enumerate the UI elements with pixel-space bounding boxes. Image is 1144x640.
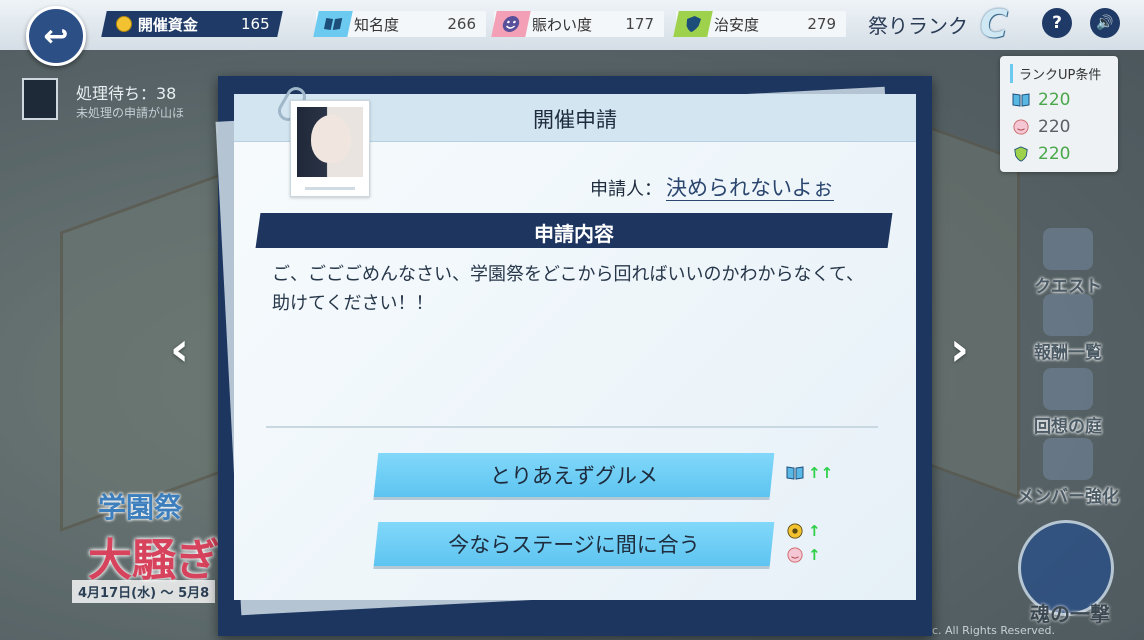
smile-icon — [787, 547, 803, 563]
rankup-conditions-panel: ランクUP条件 220 220 220 — [1000, 56, 1118, 172]
rankup-safety-row: 220 — [1012, 144, 1070, 164]
rankup-header: ランクUP条件 — [1010, 64, 1101, 83]
banner-line2: 大騒ぎ — [88, 535, 220, 586]
sound-button[interactable]: 🔊 — [1090, 8, 1120, 38]
applicant-portrait — [290, 100, 370, 197]
pending-title: 処理待ち：38 — [76, 84, 177, 103]
rankup-lively-row: 220 — [1012, 117, 1070, 137]
choice-1-button[interactable]: とりあえずグルメ — [376, 453, 772, 497]
character-face — [297, 107, 363, 177]
rewards-menu-button[interactable]: 報酬一覧 — [1008, 294, 1128, 363]
rankup-lively-value: 220 — [1038, 117, 1071, 137]
coin-icon — [787, 523, 803, 539]
gift-icon — [1043, 294, 1093, 336]
applicant-label: 申請人： — [590, 179, 662, 200]
rankup-safety-value: 220 — [1038, 144, 1071, 164]
choice-2-effect-b: ↑ — [786, 546, 821, 564]
choice-2-effect-b-arrow: ↑ — [808, 546, 821, 564]
book-icon — [786, 466, 804, 480]
funds-label: 開催資金 — [138, 15, 199, 34]
soul-strike-label: 魂の一撃 — [1030, 602, 1110, 626]
applicant-name: 決められないよぉ — [666, 176, 834, 201]
divider — [266, 426, 878, 428]
festival-rank-label: 祭りランク — [868, 14, 968, 38]
portrait-caption-line — [305, 187, 355, 190]
fame-value: 266 — [447, 15, 476, 33]
upgrade-icon — [1043, 438, 1093, 480]
picture-icon — [1043, 368, 1093, 410]
fame-stat: 知名度 266 — [313, 11, 486, 37]
quest-icon — [1043, 228, 1093, 270]
prev-arrow-icon[interactable]: ‹ — [170, 322, 189, 376]
choice-2-label: 今ならステージに間に合う — [448, 533, 700, 557]
quest-menu-button[interactable]: クエスト — [1008, 228, 1128, 297]
funds-stat: 開催資金 165 — [101, 11, 283, 37]
choice-1-effect: ↑↑ — [786, 464, 833, 482]
back-icon: ↩ — [43, 18, 69, 54]
choice-1-effect-arrows: ↑↑ — [808, 464, 834, 482]
back-button[interactable]: ↩ — [26, 6, 86, 66]
pending-notice[interactable]: 処理待ち：38 未処理の申請が山ほ — [22, 76, 232, 124]
shield-icon — [1014, 146, 1028, 162]
choice-2-effect-a-arrow: ↑ — [808, 522, 821, 540]
lively-label: 賑わい度 — [532, 15, 593, 34]
choice-1-label: とりあえずグルメ — [490, 464, 658, 488]
coin-icon — [116, 16, 132, 32]
rewards-label: 報酬一覧 — [1034, 343, 1102, 363]
help-button[interactable]: ? — [1042, 8, 1072, 38]
smile-icon — [491, 11, 531, 37]
smile-icon — [1013, 119, 1029, 135]
section-title: 申請内容 — [534, 222, 614, 246]
applicant-info: 申請人： 決められないよぉ — [590, 172, 834, 202]
help-icon: ? — [1052, 13, 1062, 33]
choice-2-effect-a: ↑ — [786, 522, 821, 540]
next-arrow-icon[interactable]: › — [950, 322, 969, 376]
pending-subtitle: 未処理の申請が山ほ — [76, 106, 185, 120]
book-icon — [313, 11, 353, 37]
member-label: メンバー強化 — [1017, 487, 1119, 507]
festival-rank-value: C — [980, 2, 1008, 46]
choice-2-button[interactable]: 今ならステージに間に合う — [376, 522, 772, 566]
book-icon — [1012, 93, 1030, 107]
speaker-icon: 🔊 — [1096, 15, 1114, 31]
rankup-fame-row: 220 — [1012, 90, 1070, 110]
safety-label: 治安度 — [714, 15, 760, 34]
rankup-fame-value: 220 — [1038, 90, 1071, 110]
memory-label: 回想の庭 — [1034, 417, 1102, 437]
member-menu-button[interactable]: メンバー強化 — [1008, 438, 1128, 507]
memory-menu-button[interactable]: 回想の庭 — [1008, 368, 1128, 437]
lively-value: 177 — [625, 15, 654, 33]
event-banner[interactable]: 学園祭 大騒ぎ 4月17日(水) ～ 5月8 — [28, 450, 238, 620]
fame-label: 知名度 — [354, 15, 400, 34]
document-icon — [22, 78, 58, 120]
application-content: ご、ごごごめんなさい、学園祭をどこから回ればいいのかわからなくて、助けてください… — [272, 264, 865, 314]
banner-line1: 学園祭 — [98, 491, 183, 524]
funds-value: 165 — [241, 15, 270, 33]
banner-dates: 4月17日(水) ～ 5月8 — [72, 580, 216, 603]
safety-stat: 治安度 279 — [673, 11, 846, 37]
safety-value: 279 — [807, 15, 836, 33]
shield-icon — [673, 11, 713, 37]
lively-stat: 賑わい度 177 — [491, 11, 664, 37]
